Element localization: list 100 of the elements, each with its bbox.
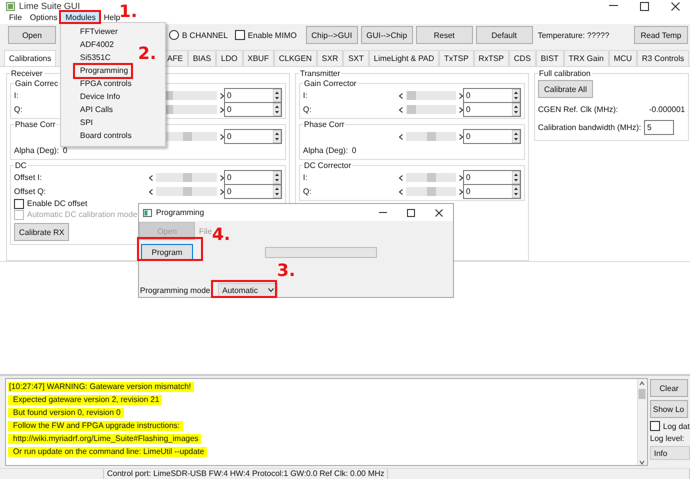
checkbox[interactable]	[650, 421, 660, 431]
menu-item[interactable]: FPGA controls	[80, 78, 132, 89]
number-spinbox[interactable]: 0	[463, 88, 521, 103]
slider-track[interactable]	[406, 91, 456, 100]
chevron-left-icon[interactable]	[399, 188, 403, 194]
text-input[interactable]: 5	[644, 120, 674, 135]
toolbar-button[interactable]: GUI-->Chip	[360, 26, 413, 44]
tab[interactable]: MCU	[608, 50, 637, 66]
chevron-right-icon[interactable]	[459, 174, 463, 180]
calibrate-all-button[interactable]: Calibrate All	[538, 80, 593, 98]
spin-arrows-icon[interactable]	[512, 103, 520, 116]
slider-thumb[interactable]	[182, 132, 192, 141]
slider-track[interactable]	[406, 132, 456, 141]
menu-item[interactable]: File	[6, 12, 25, 24]
calibrate-button[interactable]: Calibrate RX	[14, 223, 69, 241]
chevron-right-icon[interactable]	[220, 106, 224, 112]
number-spinbox[interactable]: 0	[224, 88, 282, 103]
tab[interactable]: SXT	[343, 50, 369, 66]
spin-arrows-icon[interactable]	[273, 89, 281, 102]
slider-track[interactable]	[406, 187, 456, 196]
slider-thumb[interactable]	[427, 173, 436, 182]
tab[interactable]: Calibrations	[4, 50, 56, 66]
tab[interactable]: TxTSP	[439, 50, 474, 66]
chevron-right-icon[interactable]	[220, 92, 224, 98]
slider-track[interactable]	[406, 105, 456, 114]
tab[interactable]: LDO	[216, 50, 242, 66]
slider-thumb[interactable]	[407, 105, 416, 114]
slider-thumb[interactable]	[407, 91, 416, 100]
slider-track[interactable]	[156, 187, 217, 196]
spin-arrows-icon[interactable]	[273, 171, 281, 184]
number-spinbox[interactable]: 0	[224, 170, 282, 185]
chevron-left-icon[interactable]	[399, 134, 403, 140]
clear-button[interactable]: Clear	[650, 379, 688, 397]
toolbar-button[interactable]: Default	[476, 26, 533, 44]
checkbox[interactable]	[14, 198, 24, 208]
spin-arrows-icon[interactable]	[273, 185, 281, 198]
chevron-left-icon[interactable]	[399, 106, 403, 112]
log-level-dropdown[interactable]: Info	[650, 446, 690, 460]
spin-arrows-icon[interactable]	[273, 103, 281, 116]
spin-arrows-icon[interactable]	[512, 130, 520, 143]
chevron-left-icon[interactable]	[399, 174, 403, 180]
menu-item[interactable]: ADF4002	[80, 39, 114, 50]
spin-arrows-icon[interactable]	[512, 171, 520, 184]
number-spinbox[interactable]: 0	[463, 184, 521, 199]
chevron-left-icon[interactable]	[399, 92, 403, 98]
tab[interactable]: BIAS	[188, 50, 216, 66]
chevron-left-icon[interactable]	[149, 188, 153, 194]
tab[interactable]: BIST	[536, 50, 564, 66]
tab[interactable]: CDS	[508, 50, 536, 66]
chevron-right-icon[interactable]	[459, 106, 463, 112]
program-button[interactable]: Program	[141, 244, 193, 260]
open-button[interactable]: Open	[8, 26, 56, 44]
spin-arrows-icon[interactable]	[512, 185, 520, 198]
tab[interactable]: LimeLight & PAD	[368, 50, 440, 66]
tab[interactable]: TRX Gain	[564, 50, 609, 66]
chevron-right-icon[interactable]	[459, 188, 463, 194]
menu-item[interactable]: SPI	[80, 117, 93, 128]
slider-thumb[interactable]	[427, 132, 436, 141]
slider-track[interactable]	[406, 173, 456, 182]
toolbar-button[interactable]: Reset	[416, 26, 473, 44]
menu-item[interactable]: Programming	[80, 65, 128, 76]
minimize-icon[interactable]	[379, 212, 387, 214]
number-spinbox[interactable]: 0	[224, 129, 282, 144]
tab[interactable]: CLKGEN	[274, 50, 317, 66]
maximize-icon[interactable]	[407, 208, 415, 216]
number-spinbox[interactable]: 0	[463, 129, 521, 144]
slider-thumb[interactable]	[182, 187, 192, 196]
tab[interactable]: SXR	[316, 50, 344, 66]
toolbar-button[interactable]: Chip-->GUI	[306, 26, 358, 44]
scrollbar[interactable]	[637, 379, 647, 465]
slider-thumb[interactable]	[427, 187, 436, 196]
number-spinbox[interactable]: 0	[224, 184, 282, 199]
read-temp-button[interactable]: Read Temp	[634, 26, 688, 44]
chevron-right-icon[interactable]	[220, 134, 224, 140]
menu-item[interactable]: Si5351C	[80, 52, 111, 63]
chevron-right-icon[interactable]	[459, 134, 463, 140]
maximize-icon[interactable]	[640, 2, 649, 10]
tab[interactable]: XBUF	[242, 50, 274, 66]
chevron-right-icon[interactable]	[459, 92, 463, 98]
radio-button[interactable]	[169, 30, 179, 40]
spin-arrows-icon[interactable]	[273, 130, 281, 143]
spin-arrows-icon[interactable]	[512, 89, 520, 102]
close-icon[interactable]	[435, 208, 443, 216]
slider-track[interactable]	[156, 173, 217, 182]
chevron-left-icon[interactable]	[149, 174, 153, 180]
menu-item[interactable]: Options	[26, 12, 60, 24]
close-icon[interactable]	[671, 2, 680, 10]
menu-item[interactable]: Device Info	[80, 91, 120, 102]
show-log-button[interactable]: Show Lo	[650, 400, 688, 418]
menu-item[interactable]: Board controls	[80, 130, 132, 141]
number-spinbox[interactable]: 0	[224, 102, 282, 117]
checkbox[interactable]	[234, 30, 245, 40]
minimize-icon[interactable]	[609, 5, 618, 7]
log-textbox[interactable]	[5, 378, 648, 466]
chevron-right-icon[interactable]	[220, 174, 224, 180]
number-spinbox[interactable]: 0	[463, 102, 521, 117]
tab[interactable]: RxTSP	[474, 50, 509, 66]
tab[interactable]: R3 Controls	[636, 50, 690, 66]
number-spinbox[interactable]: 0	[463, 170, 521, 185]
slider-thumb[interactable]	[182, 173, 192, 182]
